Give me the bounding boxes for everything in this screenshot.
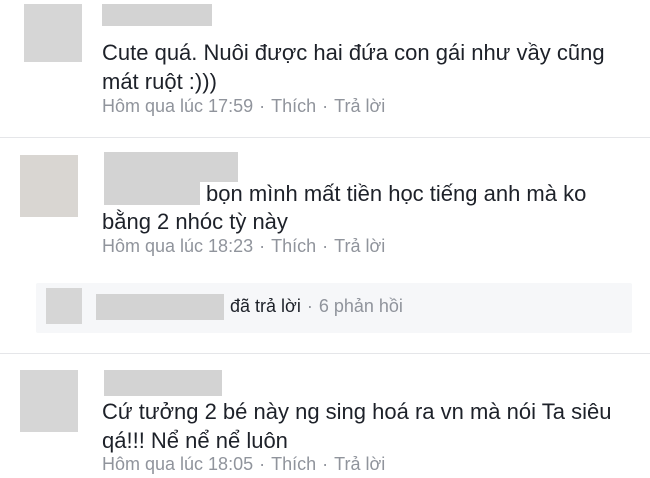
comment-timestamp[interactable]: Hôm qua lúc 17:59 (102, 96, 253, 116)
reply-count[interactable]: 6 phản hồi (319, 296, 403, 316)
separator-dot: · (322, 96, 329, 116)
separator-dot: · (259, 96, 266, 116)
reply-avatar (46, 288, 82, 324)
commenter-name-redacted[interactable] (104, 152, 238, 182)
separator-dot: · (259, 454, 266, 474)
like-link[interactable]: Thích (271, 96, 316, 116)
comment-divider (0, 353, 650, 354)
reply-author-redacted (96, 294, 224, 320)
separator-dot: · (306, 296, 313, 316)
commenter-name-redacted[interactable] (102, 4, 212, 26)
comment-divider (0, 137, 650, 138)
comment-text-line2: mát ruột :))) (102, 69, 217, 94)
separator-dot: · (322, 236, 329, 256)
replied-label: đã trả lời (230, 296, 301, 316)
comment-timestamp[interactable]: Hôm qua lúc 18:05 (102, 454, 253, 474)
comment-text-line1: Cứ tưởng 2 bé này ng sing hoá ra vn mà n… (102, 399, 612, 424)
like-link[interactable]: Thích (271, 236, 316, 256)
comment-meta: Hôm qua lúc 17:59 · Thích · Trả lời (102, 96, 385, 117)
comment-meta: Hôm qua lúc 18:23 · Thích · Trả lời (102, 236, 385, 257)
reply-link[interactable]: Trả lời (334, 96, 385, 116)
comment-text-line1: Cute quá. Nuôi được hai đứa con gái như … (102, 40, 605, 65)
reply-link[interactable]: Trả lời (334, 236, 385, 256)
commenter-avatar[interactable] (20, 370, 78, 432)
comment-timestamp[interactable]: Hôm qua lúc 18:23 (102, 236, 253, 256)
commenter-avatar[interactable] (24, 4, 82, 62)
separator-dot: · (322, 454, 329, 474)
replies-summary[interactable]: đã trả lời · 6 phản hồi (36, 283, 632, 333)
like-link[interactable]: Thích (271, 454, 316, 474)
comment-meta: Hôm qua lúc 18:05 · Thích · Trả lời (102, 454, 385, 475)
commenter-avatar[interactable] (20, 155, 78, 217)
comment-text-line2: qá!!! Nể nể nể luôn (102, 428, 288, 453)
mention-redacted[interactable] (104, 181, 200, 205)
separator-dot: · (259, 236, 266, 256)
commenter-name-redacted[interactable] (104, 370, 222, 396)
comment-text-line2: bằng 2 nhóc tỳ này (102, 209, 288, 234)
replies-summary-text[interactable]: đã trả lời · 6 phản hồi (230, 296, 403, 317)
comment-text-line1: bọn mình mất tiền học tiếng anh mà ko (206, 181, 587, 206)
reply-link[interactable]: Trả lời (334, 454, 385, 474)
